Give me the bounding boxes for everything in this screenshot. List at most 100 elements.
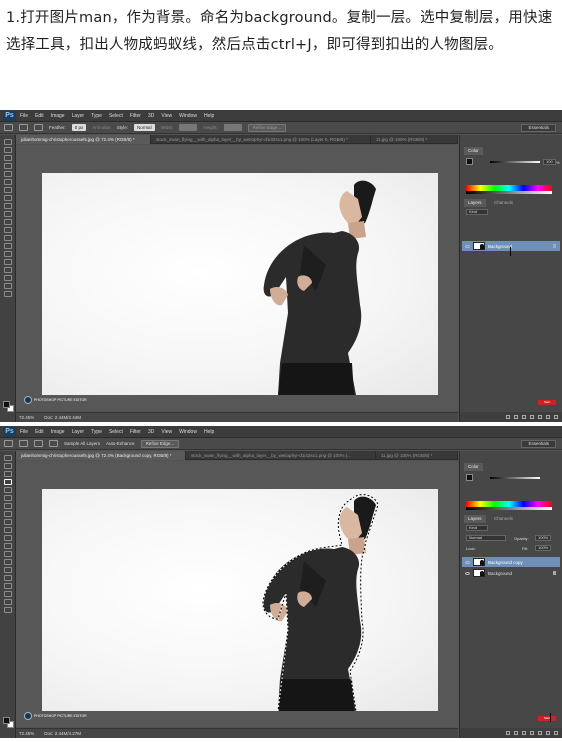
menu-layer[interactable]: Layer [72, 429, 85, 435]
link-layers-icon[interactable] [506, 415, 510, 419]
canvas-area[interactable]: PHOTOSHOP PICTURE EDITOR [16, 145, 458, 411]
opacity-input[interactable]: 100% [535, 535, 552, 541]
new-group-icon[interactable] [538, 415, 542, 419]
color-panel-fg-swatch[interactable] [466, 158, 473, 165]
lasso-tool-icon[interactable] [3, 155, 12, 161]
menu-window[interactable]: Window [179, 429, 197, 435]
tab-man-document[interactable]: julianhommig-christopheroussel5.jpg @ 72… [16, 451, 186, 460]
gradient-tool-icon[interactable] [3, 227, 12, 233]
crop-tool-icon[interactable] [3, 487, 12, 493]
tab-man-document[interactable]: julianhommig-christopheroussel5.jpg @ 72… [16, 135, 151, 144]
adjustment-layer-icon[interactable] [530, 415, 534, 419]
tab-11-document[interactable]: 11.jpg @ 100% (RGB/8) * [371, 135, 458, 144]
tab-11-document[interactable]: 11.jpg @ 100% (RGB/8) * [376, 451, 458, 460]
history-brush-icon[interactable] [3, 527, 12, 533]
add-mask-icon[interactable] [522, 731, 526, 735]
width-input[interactable] [179, 124, 198, 131]
new-layer-icon[interactable] [546, 731, 550, 735]
menu-select[interactable]: Select [109, 113, 123, 119]
color-slider[interactable] [490, 161, 540, 163]
lasso-tool-icon[interactable] [3, 471, 12, 477]
clone-stamp-icon[interactable] [3, 203, 12, 209]
quick-selection-tool-icon[interactable] [4, 440, 13, 447]
color-panel-fg-swatch[interactable] [466, 474, 473, 481]
visibility-eye-icon[interactable] [465, 560, 470, 564]
auto-enhance-checkbox[interactable]: Auto-Enhance [106, 441, 135, 446]
menu-filter[interactable]: Filter [130, 429, 141, 435]
tab-channels[interactable]: Channels [490, 199, 517, 207]
zoom-tool-icon[interactable] [3, 607, 12, 613]
menu-view[interactable]: View [161, 429, 172, 435]
marquee-tool-icon[interactable] [3, 147, 12, 153]
clone-stamp-icon[interactable] [3, 519, 12, 525]
dodge-tool-icon[interactable] [3, 243, 12, 249]
adjustment-layer-icon[interactable] [530, 731, 534, 735]
brush-size-icon[interactable] [49, 440, 58, 447]
hand-tool-icon[interactable] [3, 283, 12, 289]
menu-image[interactable]: Image [51, 113, 65, 119]
color-slider[interactable] [490, 477, 540, 479]
blur-tool-icon[interactable] [3, 235, 12, 241]
menu-help[interactable]: Help [204, 113, 214, 119]
tab-channels[interactable]: Channels [490, 515, 517, 523]
hand-tool-icon[interactable] [3, 599, 12, 605]
menu-type[interactable]: Type [91, 429, 102, 435]
menu-window[interactable]: Window [179, 113, 197, 119]
marquee-tool-icon[interactable] [4, 124, 13, 131]
menu-image[interactable]: Image [51, 429, 65, 435]
style-select[interactable]: Normal [134, 124, 155, 131]
layer-row-background-copy[interactable]: Background copy [462, 557, 560, 567]
new-selection-icon[interactable] [19, 124, 28, 131]
gradient-tool-icon[interactable] [3, 543, 12, 549]
antialias-checkbox[interactable]: Anti-alias [92, 125, 111, 130]
healing-brush-icon[interactable] [3, 503, 12, 509]
crop-tool-icon[interactable] [3, 171, 12, 177]
layer-kind-filter[interactable]: Kind [466, 525, 488, 531]
layer-style-icon[interactable] [514, 731, 518, 735]
new-selection-icon[interactable] [19, 440, 28, 447]
pen-tool-icon[interactable] [3, 567, 12, 573]
red-start-button[interactable]: Start [538, 400, 556, 405]
move-tool-icon[interactable] [3, 139, 12, 145]
color-value-input[interactable]: 100 [543, 159, 556, 165]
eraser-tool-icon[interactable] [3, 535, 12, 541]
menu-filter[interactable]: Filter [130, 113, 141, 119]
pen-tool-icon[interactable] [3, 251, 12, 257]
tab-layers[interactable]: Layers [464, 199, 486, 207]
trash-icon[interactable] [554, 731, 558, 735]
layer-row-background[interactable]: Background [462, 568, 560, 578]
brush-tool-icon[interactable] [3, 195, 12, 201]
tab-swan-document[interactable]: stock_swan_flying__with_alpha_layer__by_… [151, 135, 371, 144]
menu-edit[interactable]: Edit [35, 113, 44, 119]
healing-brush-icon[interactable] [3, 187, 12, 193]
type-tool-icon[interactable] [3, 575, 12, 581]
menu-file[interactable]: File [20, 429, 28, 435]
color-spectrum[interactable] [466, 501, 552, 510]
path-selection-icon[interactable] [3, 583, 12, 589]
foreground-color-swatch[interactable] [3, 717, 10, 724]
menu-select[interactable]: Select [109, 429, 123, 435]
refine-edge-button[interactable]: Refine Edge... [140, 439, 180, 448]
menu-3d[interactable]: 3D [148, 429, 154, 435]
add-selection-icon[interactable] [34, 440, 43, 447]
menu-edit[interactable]: Edit [35, 429, 44, 435]
add-mask-icon[interactable] [522, 415, 526, 419]
menu-3d[interactable]: 3D [148, 113, 154, 119]
menu-type[interactable]: Type [91, 113, 102, 119]
workspace-select[interactable]: Essentials [521, 440, 556, 448]
tab-color[interactable]: Color [464, 147, 483, 155]
eyedropper-tool-icon[interactable] [3, 179, 12, 185]
trash-icon[interactable] [554, 415, 558, 419]
menu-help[interactable]: Help [204, 429, 214, 435]
dodge-tool-icon[interactable] [3, 559, 12, 565]
quick-selection-tool-icon[interactable] [3, 163, 12, 169]
workspace-select[interactable]: Essentials [521, 124, 556, 132]
type-tool-icon[interactable] [3, 259, 12, 265]
history-brush-icon[interactable] [3, 211, 12, 217]
blend-mode-select[interactable]: Normal [466, 535, 506, 541]
zoom-level[interactable]: 72.45% [19, 731, 34, 736]
link-layers-icon[interactable] [506, 731, 510, 735]
tab-color[interactable]: Color [464, 463, 483, 471]
fill-input[interactable]: 100% [535, 545, 552, 551]
move-tool-icon[interactable] [3, 455, 12, 461]
